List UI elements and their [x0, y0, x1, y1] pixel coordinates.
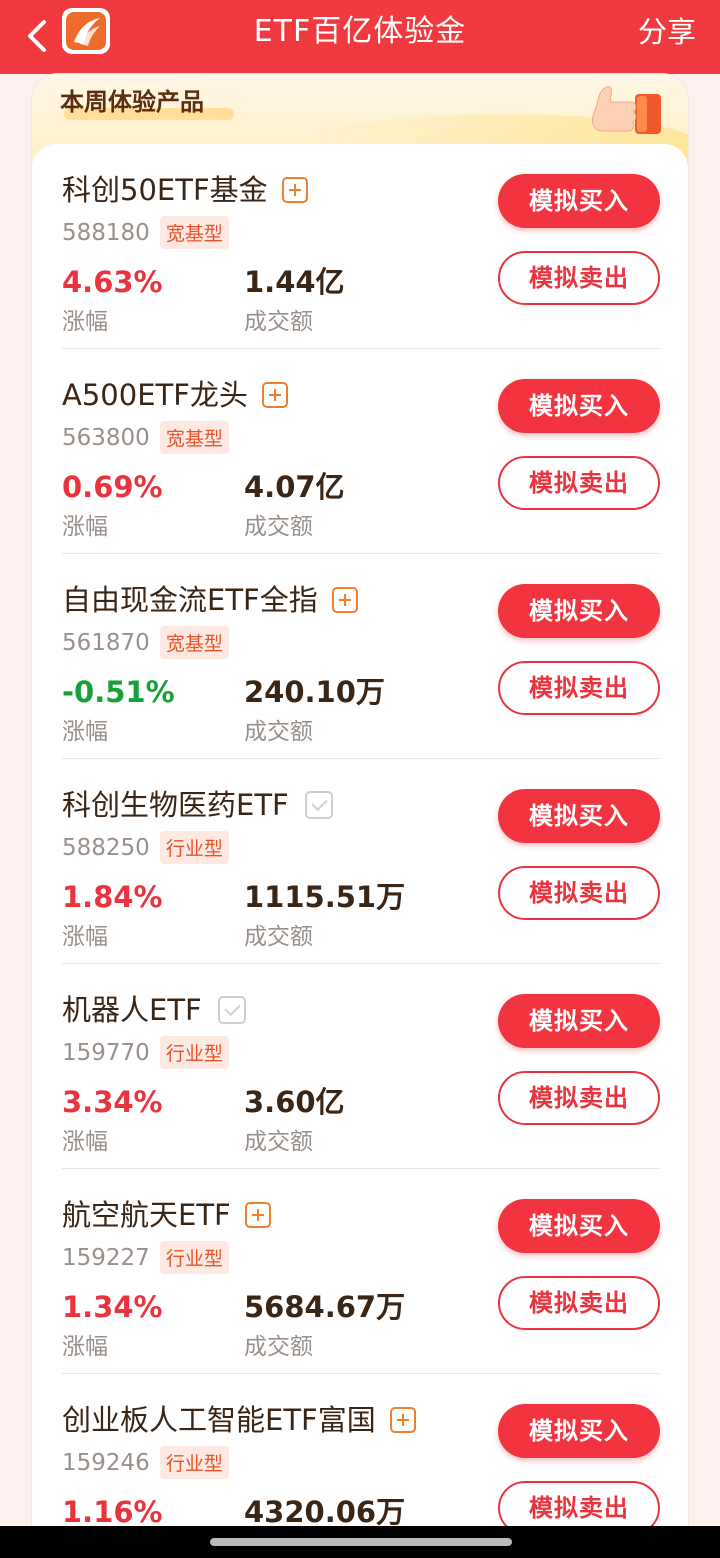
product-type-badge: 宽基型 [159, 421, 229, 454]
product-name: 科创生物医药ETF [62, 788, 289, 822]
product-name-row: A500ETF龙头 [62, 375, 288, 415]
product-name: A500ETF龙头 [62, 378, 248, 412]
volume-label: 成交额 [244, 1334, 313, 1360]
simulate-sell-button[interactable]: 模拟卖出 [498, 1071, 660, 1125]
product-code-row: 588250 行业型 [62, 831, 229, 864]
change-value: -0.51% [62, 675, 175, 709]
simulate-buy-button[interactable]: 模拟买入 [498, 789, 660, 843]
volume-label: 成交额 [244, 1129, 313, 1155]
product-code: 588180 [62, 219, 150, 246]
product-item: 创业板人工智能ETF富国 159246 行业型 1.16% 涨幅 4320.06… [62, 1374, 660, 1534]
add-watchlist-icon[interactable] [281, 177, 308, 203]
volume-value: 1115.51万 [244, 880, 406, 914]
section-title: 本周体验产品 [60, 88, 204, 116]
product-name: 航空航天ETF [62, 1198, 231, 1232]
product-item: 科创生物医药ETF 588250 行业型 1.84% 涨幅 1115.51万 成… [62, 759, 660, 964]
simulate-buy-button[interactable]: 模拟买入 [498, 1199, 660, 1253]
add-watchlist-icon[interactable] [261, 382, 288, 408]
simulate-buy-button[interactable]: 模拟买入 [498, 584, 660, 638]
change-value: 3.34% [62, 1085, 163, 1119]
change-label: 涨幅 [62, 719, 108, 745]
product-item: A500ETF龙头 563800 宽基型 0.69% 涨幅 4.07亿 成交额 … [62, 349, 660, 554]
product-name: 科创50ETF基金 [62, 173, 268, 207]
product-code-row: 563800 宽基型 [62, 421, 229, 454]
simulate-sell-button[interactable]: 模拟卖出 [498, 1276, 660, 1330]
volume-label: 成交额 [244, 719, 313, 745]
simulate-buy-button[interactable]: 模拟买入 [498, 379, 660, 433]
volume-value: 1.44亿 [244, 265, 345, 299]
add-watchlist-icon[interactable] [389, 1407, 416, 1433]
added-check-icon[interactable] [304, 791, 333, 819]
change-value: 1.16% [62, 1495, 163, 1529]
change-label: 涨幅 [62, 1129, 108, 1155]
thumbs-up-icon [592, 86, 661, 134]
simulate-sell-button[interactable]: 模拟卖出 [498, 866, 660, 920]
product-name-row: 科创生物医药ETF [62, 785, 333, 825]
change-value: 4.63% [62, 265, 163, 299]
product-code-row: 588180 宽基型 [62, 216, 229, 249]
product-type-badge: 行业型 [159, 1036, 229, 1069]
product-item: 科创50ETF基金 588180 宽基型 4.63% 涨幅 1.44亿 成交额 … [62, 144, 660, 349]
product-type-badge: 宽基型 [159, 626, 229, 659]
product-item: 机器人ETF 159770 行业型 3.34% 涨幅 3.60亿 成交额 模拟买… [62, 964, 660, 1169]
change-label: 涨幅 [62, 924, 108, 950]
product-name-row: 机器人ETF [62, 990, 246, 1030]
top-bar: ETF百亿体验金 分享 [0, 0, 720, 74]
added-check-icon[interactable] [217, 996, 246, 1024]
product-name-row: 创业板人工智能ETF富国 [62, 1400, 416, 1440]
product-code-row: 159246 行业型 [62, 1446, 229, 1479]
home-indicator[interactable] [210, 1538, 512, 1546]
change-label: 涨幅 [62, 514, 108, 540]
product-item: 航空航天ETF 159227 行业型 1.34% 涨幅 5684.67万 成交额… [62, 1169, 660, 1374]
change-value: 1.34% [62, 1290, 163, 1324]
volume-value: 4.07亿 [244, 470, 345, 504]
add-watchlist-icon[interactable] [331, 587, 358, 613]
change-value: 1.84% [62, 880, 163, 914]
add-watchlist-icon[interactable] [244, 1202, 271, 1228]
volume-value: 4320.06万 [244, 1495, 406, 1529]
product-type-badge: 行业型 [159, 1241, 229, 1274]
product-code: 159227 [62, 1244, 150, 1271]
product-code: 588250 [62, 834, 150, 861]
simulate-sell-button[interactable]: 模拟卖出 [498, 661, 660, 715]
product-name-row: 航空航天ETF [62, 1195, 271, 1235]
simulate-sell-button[interactable]: 模拟卖出 [498, 456, 660, 510]
change-value: 0.69% [62, 470, 163, 504]
product-type-badge: 行业型 [159, 1446, 229, 1479]
volume-label: 成交额 [244, 514, 313, 540]
product-code-row: 159770 行业型 [62, 1036, 229, 1069]
product-type-badge: 行业型 [159, 831, 229, 864]
product-type-badge: 宽基型 [159, 216, 229, 249]
product-code: 561870 [62, 629, 150, 656]
simulate-buy-button[interactable]: 模拟买入 [498, 1404, 660, 1458]
product-name-row: 科创50ETF基金 [62, 170, 308, 210]
volume-value: 5684.67万 [244, 1290, 406, 1324]
simulate-buy-button[interactable]: 模拟买入 [498, 994, 660, 1048]
change-label: 涨幅 [62, 309, 108, 335]
volume-value: 3.60亿 [244, 1085, 345, 1119]
product-item: 自由现金流ETF全指 561870 宽基型 -0.51% 涨幅 240.10万 … [62, 554, 660, 759]
product-code: 159246 [62, 1449, 150, 1476]
simulate-sell-button[interactable]: 模拟卖出 [498, 251, 660, 305]
product-name: 自由现金流ETF全指 [62, 583, 318, 617]
product-code: 563800 [62, 424, 150, 451]
product-list: 科创50ETF基金 588180 宽基型 4.63% 涨幅 1.44亿 成交额 … [32, 144, 688, 1534]
volume-label: 成交额 [244, 924, 313, 950]
simulate-buy-button[interactable]: 模拟买入 [498, 174, 660, 228]
share-button[interactable]: 分享 [638, 14, 696, 50]
system-navigation-bar [0, 1526, 720, 1558]
page-title: ETF百亿体验金 [253, 14, 467, 49]
product-name: 创业板人工智能ETF富国 [62, 1403, 376, 1437]
volume-value: 240.10万 [244, 675, 385, 709]
product-name: 机器人ETF [62, 993, 202, 1027]
product-code-row: 561870 宽基型 [62, 626, 229, 659]
product-code: 159770 [62, 1039, 150, 1066]
products-panel: 本周体验产品 科创50ETF基金 588180 宽基型 4.63% 涨幅 1.4… [32, 74, 688, 1534]
change-label: 涨幅 [62, 1334, 108, 1360]
volume-label: 成交额 [244, 309, 313, 335]
product-code-row: 159227 行业型 [62, 1241, 229, 1274]
product-name-row: 自由现金流ETF全指 [62, 580, 358, 620]
